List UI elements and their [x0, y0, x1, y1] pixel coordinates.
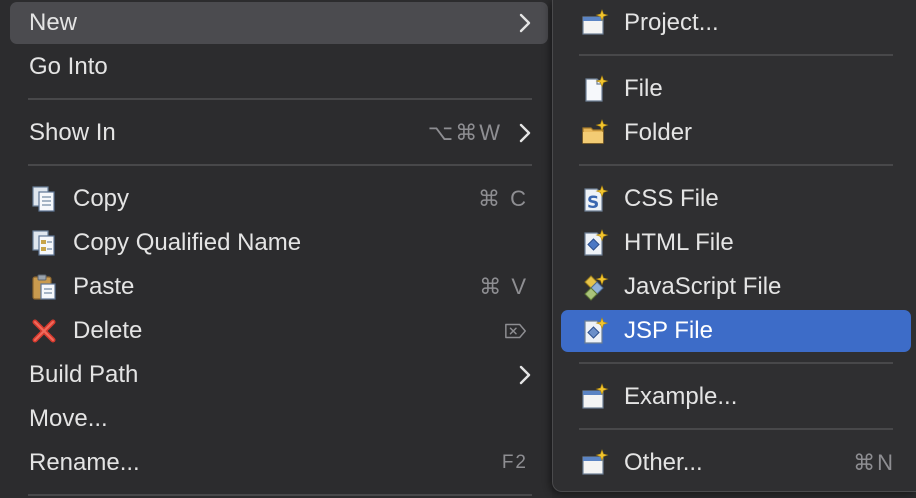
new-project-icon: [580, 8, 610, 38]
submenu-item-css-file-label: CSS File: [624, 185, 719, 212]
shortcut-label: ⌘N: [853, 450, 895, 475]
menu-item-move[interactable]: Move...: [10, 398, 548, 440]
other-icon: [580, 448, 610, 478]
context-menu: New Go Into Show In ⌥⌘W Copy ⌘ C Copy Qu…: [0, 0, 552, 498]
shortcut-label: ⌘ C: [478, 186, 528, 211]
submenu-item-file-label: File: [624, 75, 663, 102]
html-file-icon: [580, 228, 610, 258]
menu-separator: [579, 428, 893, 430]
menu-item-move-label: Move...: [29, 405, 108, 432]
svg-text:S: S: [587, 193, 599, 213]
menu-item-rename[interactable]: Rename... F2: [10, 442, 548, 484]
chevron-right-icon: [516, 2, 534, 44]
submenu-item-project-label: Project...: [624, 9, 719, 36]
menu-item-delete[interactable]: Delete: [10, 310, 548, 352]
menu-item-copy-label: Copy: [73, 185, 130, 212]
new-file-icon: [580, 74, 610, 104]
example-icon: [580, 382, 610, 412]
menu-item-go-into[interactable]: Go Into: [10, 46, 548, 88]
menu-separator: [28, 98, 532, 100]
submenu-item-html-file[interactable]: HTML File: [561, 222, 911, 264]
submenu-item-javascript-file-label: JavaScript File: [624, 273, 782, 300]
menu-item-show-in-label: Show In: [29, 119, 116, 146]
new-folder-icon: [580, 118, 610, 148]
menu-item-copy[interactable]: Copy ⌘ C: [10, 178, 548, 220]
menu-item-new-label: New: [29, 9, 78, 36]
forward-delete-key-icon: [504, 310, 528, 352]
menu-item-show-in[interactable]: Show In ⌥⌘W: [10, 112, 548, 154]
submenu-item-folder[interactable]: Folder: [561, 112, 911, 154]
javascript-file-icon: [580, 272, 610, 302]
copy-icon: [29, 184, 59, 214]
menu-separator: [28, 164, 532, 166]
shortcut-label: F2: [501, 452, 528, 473]
menu-separator: [579, 362, 893, 364]
submenu-item-file[interactable]: File: [561, 68, 911, 110]
submenu-item-folder-label: Folder: [624, 119, 693, 146]
new-submenu: Project... File Folder S CSS File HTML F…: [552, 0, 916, 492]
menu-separator: [579, 164, 893, 166]
menu-item-rename-label: Rename...: [29, 449, 140, 476]
css-file-icon: S: [580, 184, 610, 214]
submenu-item-jsp-file[interactable]: JSP File: [561, 310, 911, 352]
paste-icon: [29, 272, 59, 302]
submenu-item-example[interactable]: Example...: [561, 376, 911, 418]
menu-item-delete-label: Delete: [73, 317, 143, 344]
jsp-file-icon: [580, 316, 610, 346]
submenu-item-jsp-file-label: JSP File: [624, 317, 713, 344]
submenu-item-css-file[interactable]: S CSS File: [561, 178, 911, 220]
copy-qualified-name-icon: [29, 228, 59, 258]
menu-item-copy-qualified-name-label: Copy Qualified Name: [73, 229, 302, 256]
submenu-item-example-label: Example...: [624, 383, 738, 410]
submenu-item-javascript-file[interactable]: JavaScript File: [561, 266, 911, 308]
shortcut-label: ⌥⌘W: [427, 120, 502, 145]
chevron-right-icon: [516, 354, 534, 396]
menu-separator: [579, 54, 893, 56]
submenu-item-other-label: Other...: [624, 449, 703, 476]
submenu-item-html-file-label: HTML File: [624, 229, 734, 256]
menu-item-build-path[interactable]: Build Path: [10, 354, 548, 396]
menu-item-paste[interactable]: Paste ⌘ V: [10, 266, 548, 308]
menu-separator: [28, 494, 532, 496]
submenu-item-other[interactable]: Other... ⌘N: [561, 442, 911, 484]
menu-item-new[interactable]: New: [10, 2, 548, 44]
menu-item-go-into-label: Go Into: [29, 53, 108, 80]
chevron-right-icon: [516, 112, 534, 154]
submenu-item-project[interactable]: Project...: [561, 2, 911, 44]
delete-icon: [29, 316, 59, 346]
menu-item-copy-qualified-name[interactable]: Copy Qualified Name: [10, 222, 548, 264]
shortcut-label: ⌘ V: [479, 274, 528, 299]
menu-item-build-path-label: Build Path: [29, 361, 139, 388]
menu-item-paste-label: Paste: [73, 273, 135, 300]
